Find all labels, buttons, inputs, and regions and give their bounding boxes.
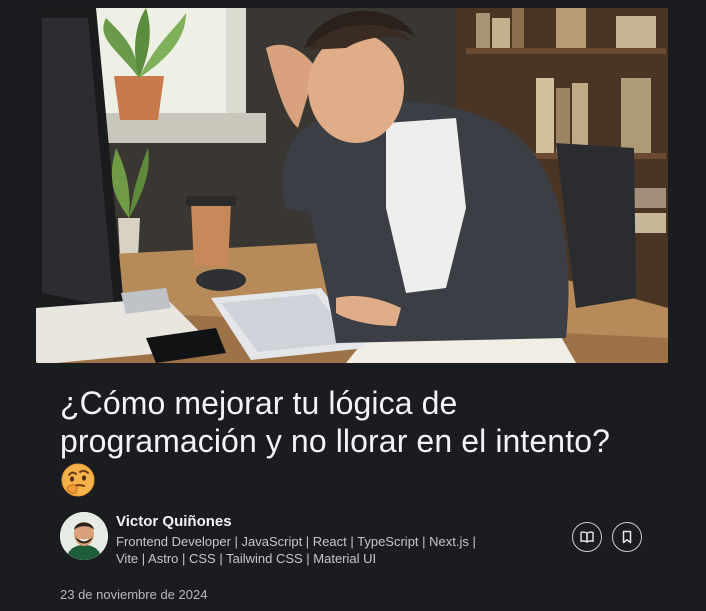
author-avatar[interactable] [60,512,108,560]
author-row: Victor Quiñones Frontend Developer | Jav… [60,512,660,572]
stressed-programmer-illustration [36,8,668,363]
thinking-face-emoji-icon [61,463,95,497]
read-button[interactable] [572,522,602,552]
article-card[interactable]: ¿Cómo mejorar tu lógica de programación … [0,0,706,611]
bookmark-button[interactable] [612,522,642,552]
article-title[interactable]: ¿Cómo mejorar tu lógica de programación … [60,384,660,498]
article-title-text: ¿Cómo mejorar tu lógica de programación … [60,385,610,459]
author-name[interactable]: Victor Quiñones [116,513,232,530]
publish-date: 23 de noviembre de 2024 [60,587,208,602]
author-bio: Frontend Developer | JavaScript | React … [116,534,476,566]
cover-image[interactable] [36,8,668,363]
open-book-icon [580,531,594,543]
smiling-man-avatar-icon [60,512,108,560]
bookmark-icon [622,530,632,544]
